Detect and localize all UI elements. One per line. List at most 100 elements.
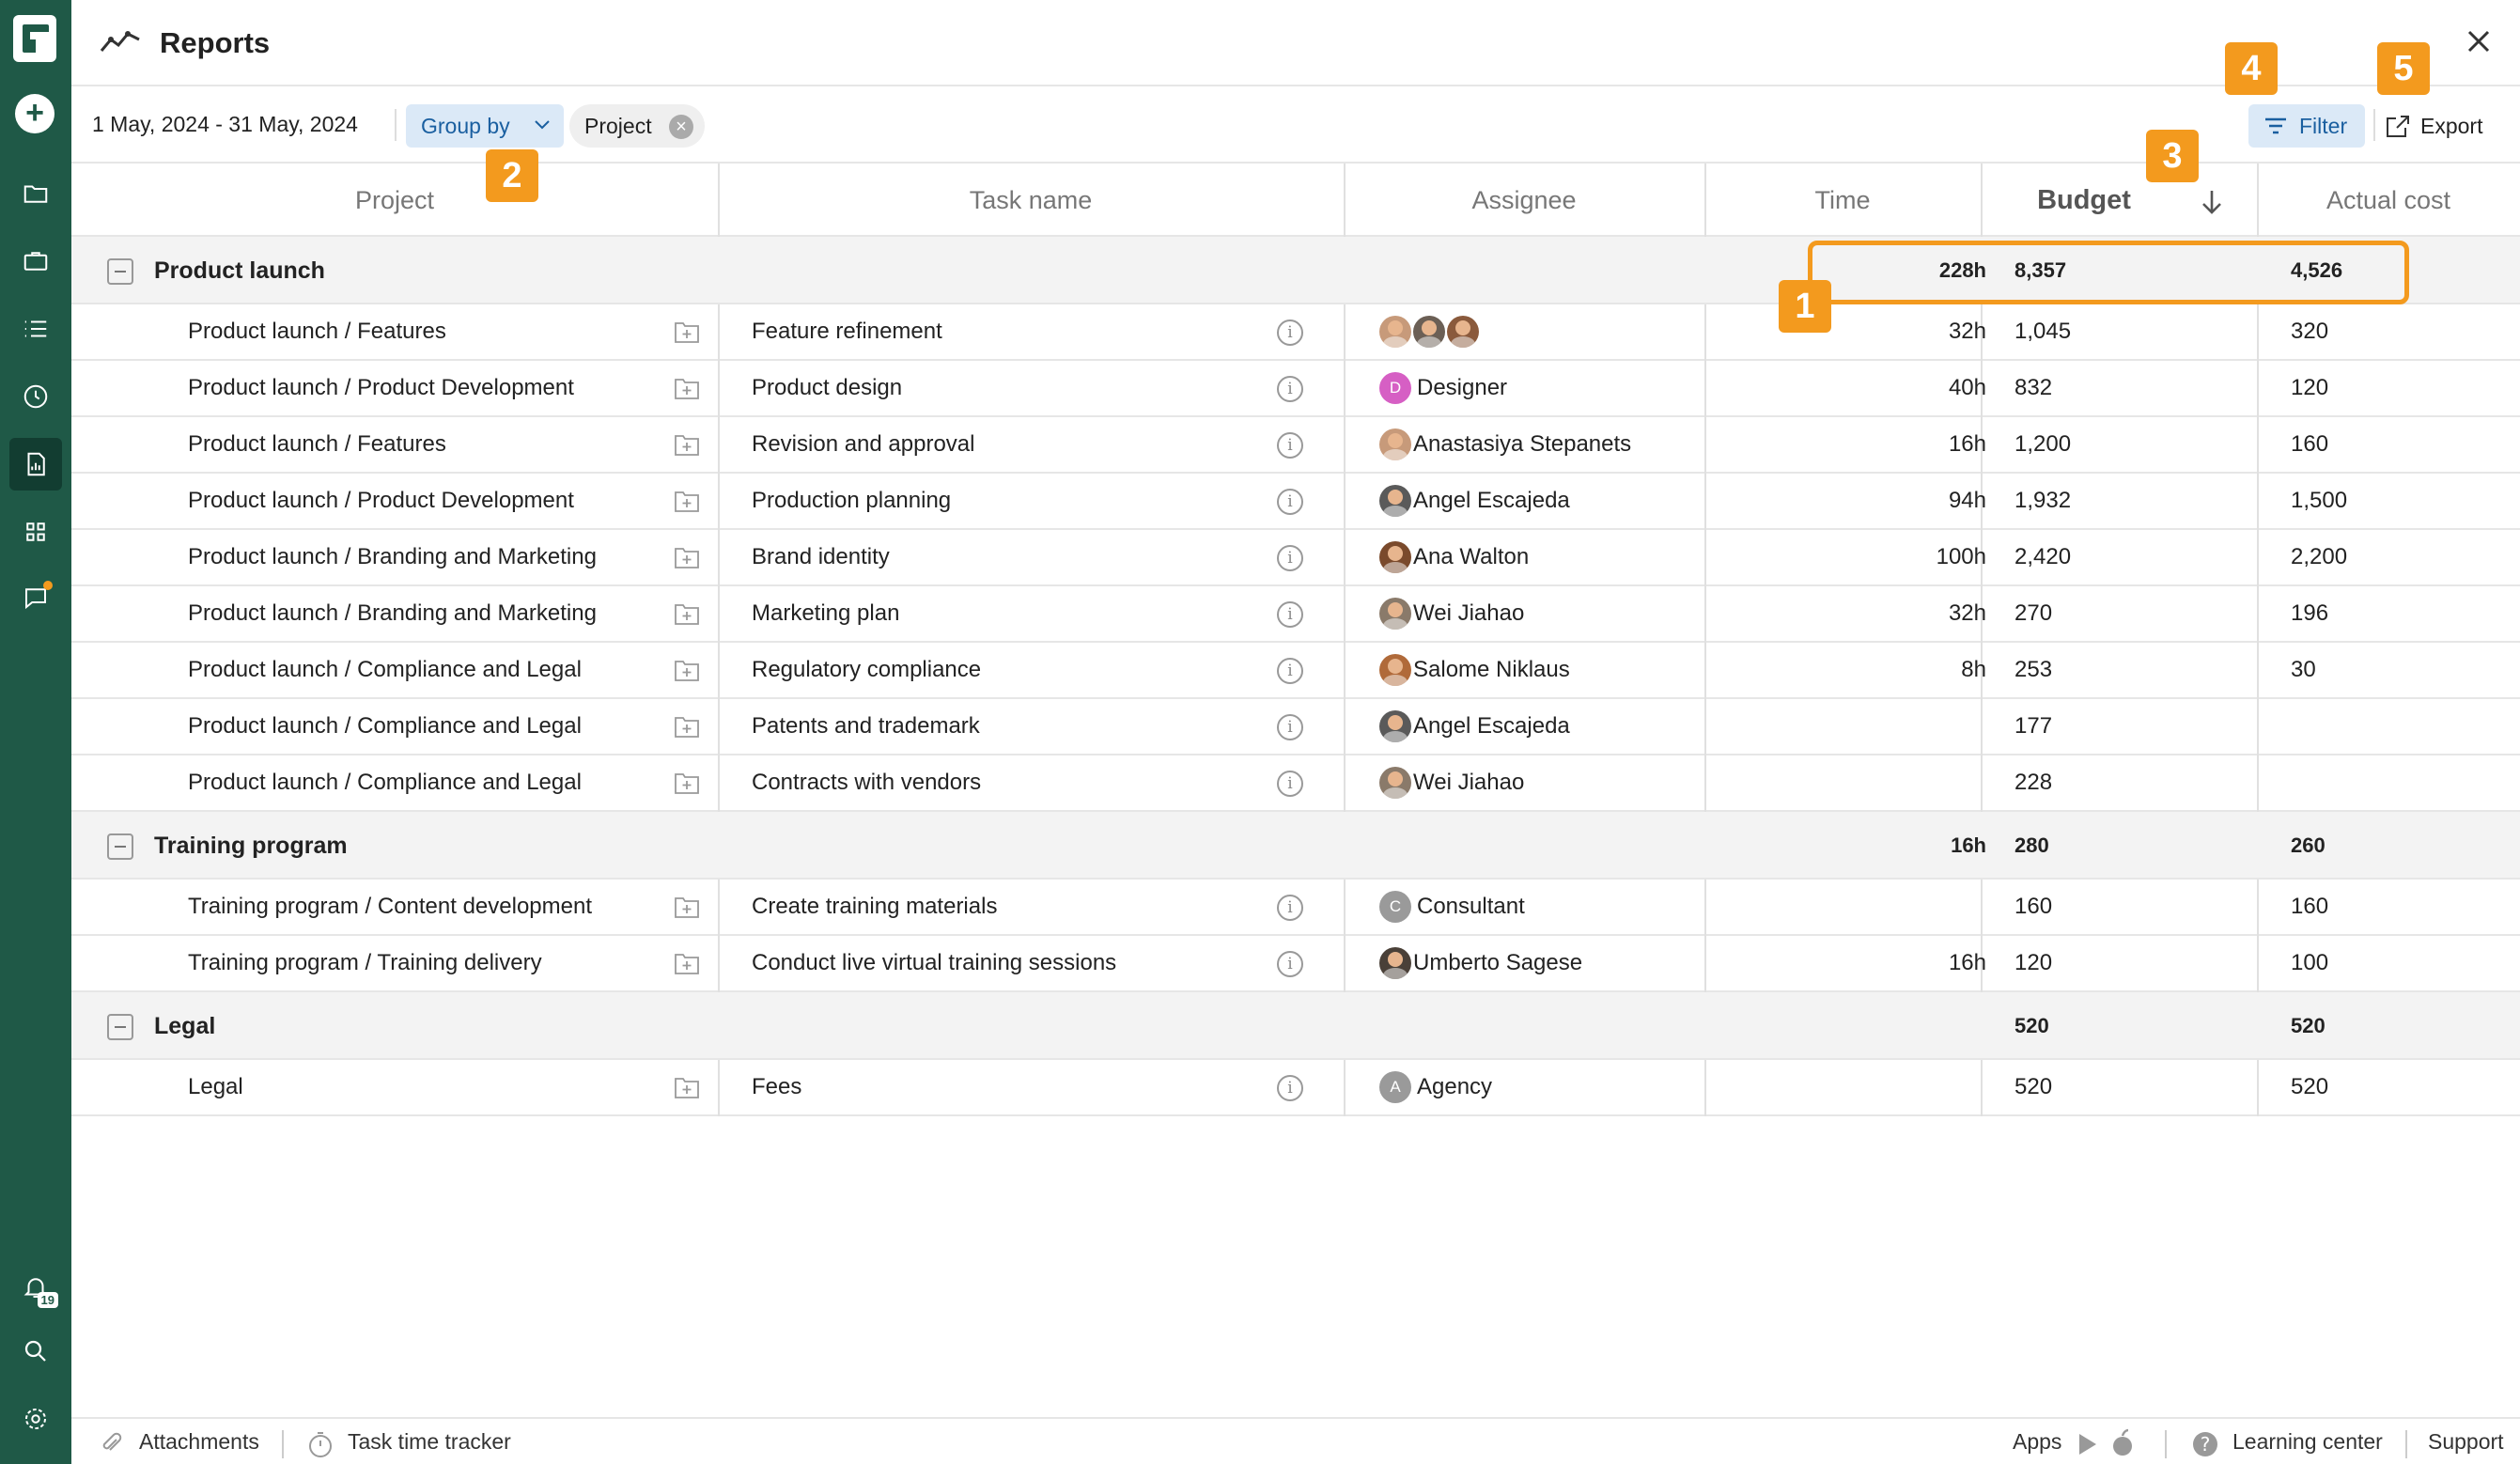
table-row[interactable]: Product launch / Branding and Marketing … — [71, 586, 2520, 643]
footer-divider — [282, 1430, 284, 1458]
add-to-folder-icon[interactable] — [673, 1074, 701, 1100]
add-to-folder-icon[interactable] — [673, 600, 701, 627]
column-divider — [1344, 643, 1346, 699]
table-row[interactable]: Product launch / Product Development Pro… — [71, 474, 2520, 530]
task-name-cell[interactable]: Conduct live virtual training sessions — [752, 936, 1116, 990]
add-to-folder-icon[interactable] — [673, 770, 701, 796]
gear-icon[interactable] — [17, 1400, 54, 1438]
add-to-folder-icon[interactable] — [673, 713, 701, 740]
project-group-chip[interactable]: Project × — [569, 104, 705, 148]
apps-link[interactable]: Apps — [2013, 1429, 2061, 1455]
project-cell: Product launch / Product Development — [188, 488, 574, 513]
add-to-folder-icon[interactable] — [673, 544, 701, 570]
task-name-cell[interactable]: Contracts with vendors — [752, 755, 981, 810]
info-icon[interactable]: i — [1277, 432, 1303, 459]
chat-icon[interactable] — [17, 579, 54, 616]
learning-center-link[interactable]: Learning center — [2232, 1429, 2383, 1455]
add-to-folder-icon[interactable] — [673, 950, 701, 976]
folder-icon[interactable] — [17, 175, 54, 212]
task-name-cell[interactable]: Fees — [752, 1060, 801, 1114]
info-icon[interactable]: i — [1277, 601, 1303, 628]
info-icon[interactable]: i — [1277, 771, 1303, 797]
table-row[interactable]: Product launch / Branding and Marketing … — [71, 530, 2520, 586]
add-to-folder-icon[interactable] — [673, 431, 701, 458]
table-row[interactable]: Product launch / Features Feature refine… — [71, 304, 2520, 361]
task-name-cell[interactable]: Marketing plan — [752, 586, 899, 641]
info-icon[interactable]: i — [1277, 951, 1303, 977]
group-row[interactable]: Legal 520 520 — [71, 992, 2520, 1060]
task-name-cell[interactable]: Regulatory compliance — [752, 643, 981, 697]
clock-icon[interactable] — [17, 378, 54, 415]
info-icon[interactable]: i — [1277, 489, 1303, 515]
table-row[interactable]: Product launch / Product Development Pro… — [71, 361, 2520, 417]
table-row[interactable]: Product launch / Compliance and Legal Co… — [71, 755, 2520, 812]
export-button[interactable]: Export — [2385, 104, 2497, 148]
task-name-cell[interactable]: Create training materials — [752, 880, 997, 934]
group-row[interactable]: Training program 16h 280 260 — [71, 812, 2520, 880]
table-row[interactable]: Product launch / Features Revision and a… — [71, 417, 2520, 474]
column-header-time[interactable]: Time — [1704, 164, 1981, 237]
task-name-cell[interactable]: Patents and trademark — [752, 699, 980, 754]
column-header-task[interactable]: Task name — [718, 164, 1344, 237]
table-row[interactable]: Training program / Content development C… — [71, 880, 2520, 936]
table-row[interactable]: Training program / Training delivery Con… — [71, 936, 2520, 992]
date-range-picker[interactable]: 1 May, 2024 - 31 May, 2024 — [92, 112, 358, 137]
task-name-cell[interactable]: Brand identity — [752, 530, 890, 584]
column-divider — [1344, 474, 1346, 530]
column-header-actual-cost[interactable]: Actual cost — [2257, 164, 2520, 237]
add-to-folder-icon[interactable] — [673, 657, 701, 683]
info-icon[interactable]: i — [1277, 376, 1303, 402]
task-name-cell[interactable]: Product design — [752, 361, 902, 415]
bell-icon[interactable]: 19 — [17, 1269, 58, 1308]
table-row[interactable]: Product launch / Compliance and Legal Pa… — [71, 699, 2520, 755]
actual-cost-cell: 2,200 — [2291, 544, 2348, 569]
briefcase-icon[interactable] — [17, 242, 54, 280]
task-name-cell[interactable]: Revision and approval — [752, 417, 974, 472]
list-icon[interactable] — [17, 310, 54, 348]
avatar — [1379, 598, 1411, 630]
info-icon[interactable]: i — [1277, 895, 1303, 921]
table-row[interactable]: Product launch / Compliance and Legal Re… — [71, 643, 2520, 699]
support-link[interactable]: Support — [2428, 1429, 2504, 1455]
collapse-group-icon[interactable] — [107, 258, 133, 285]
info-icon[interactable]: i — [1277, 658, 1303, 684]
search-icon[interactable] — [17, 1332, 54, 1370]
budget-cell: 832 — [2014, 375, 2053, 400]
sort-descending-icon[interactable] — [2199, 188, 2225, 216]
info-icon[interactable]: i — [1277, 1075, 1303, 1101]
group-by-button[interactable]: Group by — [406, 104, 564, 148]
add-to-folder-icon[interactable] — [673, 488, 701, 514]
add-to-folder-icon[interactable] — [673, 375, 701, 401]
add-to-folder-icon[interactable] — [673, 319, 701, 345]
remove-chip-icon[interactable]: × — [669, 115, 693, 139]
play-store-icon[interactable] — [2077, 1432, 2099, 1456]
assignee-name: Agency — [1417, 1074, 1493, 1099]
avatar — [1379, 710, 1411, 742]
attachments-link[interactable]: Attachments — [139, 1429, 259, 1455]
avatar — [1379, 485, 1411, 517]
filter-button[interactable]: Filter — [2248, 104, 2365, 148]
apple-icon[interactable] — [2110, 1428, 2135, 1456]
info-icon[interactable]: i — [1277, 545, 1303, 571]
add-to-folder-icon[interactable] — [673, 894, 701, 920]
column-divider — [718, 880, 720, 936]
app-logo[interactable] — [13, 15, 56, 62]
task-name-cell[interactable]: Production planning — [752, 474, 951, 528]
task-name-cell[interactable]: Feature refinement — [752, 304, 942, 359]
table-row[interactable]: Legal Fees i A Agency 520 520 — [71, 1060, 2520, 1116]
create-new-button[interactable]: + — [15, 94, 54, 133]
footer-divider — [2405, 1430, 2407, 1458]
collapse-group-icon[interactable] — [107, 1014, 133, 1040]
info-icon[interactable]: i — [1277, 319, 1303, 346]
column-header-assignee[interactable]: Assignee — [1344, 164, 1704, 237]
table-body: Product launch 228h 8,357 4,526 Product l… — [71, 237, 2520, 1116]
apps-grid-icon[interactable] — [17, 513, 54, 551]
close-icon[interactable] — [2458, 21, 2499, 62]
time-cell: 16h — [1948, 950, 1986, 975]
reports-icon[interactable] — [9, 438, 62, 491]
help-icon: ? — [2193, 1432, 2217, 1456]
collapse-group-icon[interactable] — [107, 833, 133, 860]
info-icon[interactable]: i — [1277, 714, 1303, 740]
column-header-project[interactable]: Project — [71, 164, 718, 237]
task-time-tracker-link[interactable]: Task time tracker — [348, 1429, 511, 1455]
